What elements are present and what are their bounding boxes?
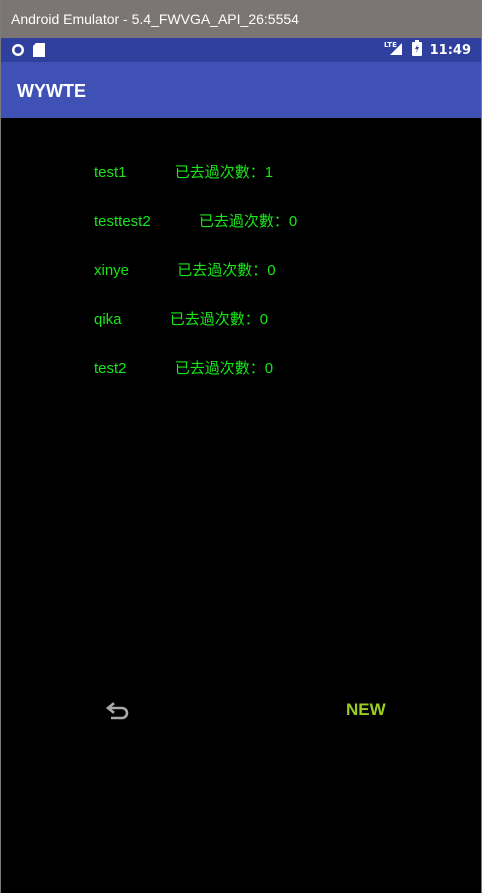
new-button[interactable]: NEW bbox=[346, 700, 386, 720]
list-item[interactable]: xinye 已去過次數：0 bbox=[94, 259, 276, 280]
sd-card-icon bbox=[33, 42, 45, 61]
visit-count: 已去過次數：1 bbox=[174, 164, 274, 181]
visit-count: 已去過次數：0 bbox=[174, 360, 274, 377]
lte-signal-icon: LTE bbox=[384, 40, 404, 60]
undo-arrow-icon bbox=[105, 702, 131, 726]
window-title: Android Emulator - 5.4_FWVGA_API_26:5554 bbox=[11, 11, 299, 27]
place-name: test1 bbox=[94, 164, 127, 181]
battery-icon bbox=[411, 40, 422, 60]
svg-text:LTE: LTE bbox=[384, 41, 397, 49]
list-item[interactable]: test2 已去過次數：0 bbox=[94, 357, 273, 378]
visit-count: 已去過次數：0 bbox=[169, 311, 269, 328]
list-item[interactable]: test1 已去過次數：1 bbox=[94, 161, 273, 182]
emulator-window: Android Emulator - 5.4_FWVGA_API_26:5554… bbox=[0, 0, 482, 893]
place-name: testtest2 bbox=[94, 213, 151, 230]
place-name: test2 bbox=[94, 360, 127, 377]
place-name: qika bbox=[94, 311, 122, 328]
status-left-icons bbox=[11, 42, 45, 61]
visit-count: 已去過次數：0 bbox=[177, 262, 276, 279]
visit-count: 已去過次數：0 bbox=[198, 213, 298, 230]
status-time: 11:49 bbox=[429, 42, 471, 58]
place-name: xinye bbox=[94, 262, 130, 279]
list-item[interactable]: qika 已去過次數：0 bbox=[94, 308, 268, 329]
notification-circle-icon bbox=[11, 42, 25, 61]
main-content: test1 已去過次數：1 testtest2 已去過次數：0 xinye 已去… bbox=[1, 118, 481, 893]
list-item[interactable]: testtest2 已去過次數：0 bbox=[94, 210, 297, 231]
android-status-bar: LTE 11:49 bbox=[1, 38, 481, 62]
app-title: WYWTE bbox=[17, 81, 86, 101]
back-button[interactable] bbox=[105, 700, 131, 722]
window-titlebar: Android Emulator - 5.4_FWVGA_API_26:5554 bbox=[1, 0, 481, 38]
app-toolbar: WYWTE bbox=[1, 62, 481, 118]
status-right-icons: LTE 11:49 bbox=[384, 38, 471, 62]
